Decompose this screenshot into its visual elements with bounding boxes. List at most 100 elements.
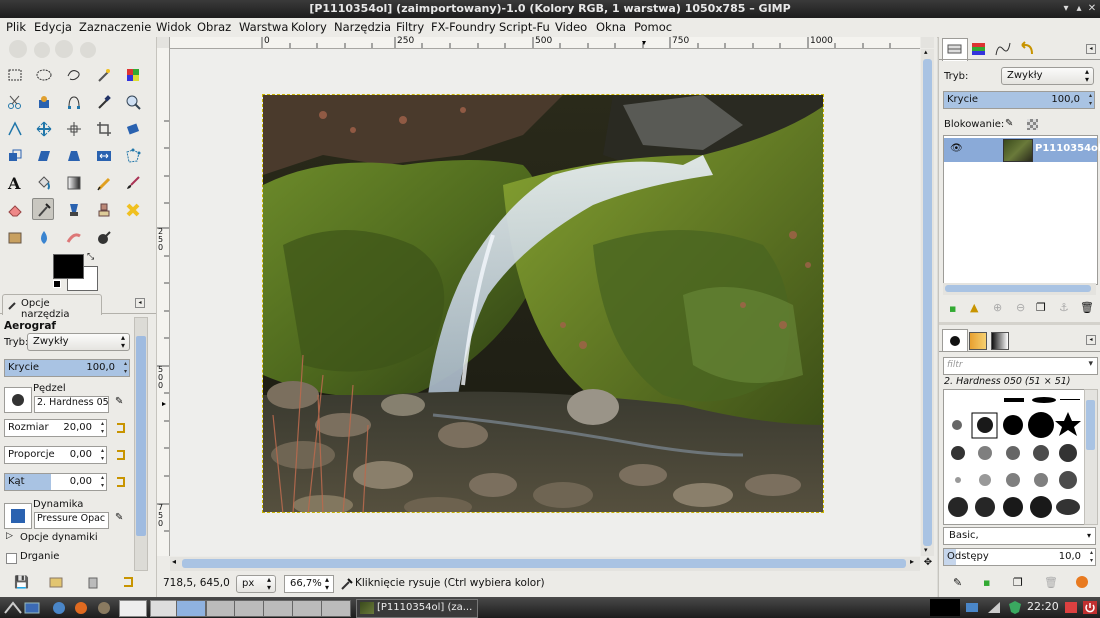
brush-preview[interactable] [4,387,32,413]
tab-layers[interactable] [942,38,968,61]
minimize-icon[interactable]: ▾ [1060,3,1072,15]
menu-help[interactable]: Pomoc [634,20,672,34]
reset-aspect-icon[interactable] [114,448,128,462]
select-by-color-tool-icon[interactable] [122,64,144,86]
tab-gradients[interactable] [991,332,1009,350]
vertical-ruler[interactable]: 2 5 0 5 0 0 7 5 0 [157,48,170,556]
align-tool-icon[interactable] [63,118,85,140]
task-button-gimp[interactable]: [P1110354ol] (za... [356,599,478,618]
menu-colors[interactable]: Kolory [291,20,327,34]
show-desktop-icon[interactable] [24,600,40,615]
menu-tools[interactable]: Narzędzia [334,20,391,34]
menu-view[interactable]: Widok [156,20,191,34]
eraser-tool-icon[interactable] [4,199,26,221]
image-layer-canvas[interactable] [262,94,824,513]
notifier-icon[interactable] [964,600,980,615]
new-layer-icon[interactable]: ▪ [949,302,956,315]
lower-layer-icon[interactable]: ⊖ [1016,301,1025,314]
heal-tool-icon[interactable] [122,199,144,221]
aspect-spinner[interactable]: Proporcje 0,00 ▴ ▾ [4,446,107,464]
move-tool-icon[interactable] [33,118,55,140]
rect-select-tool-icon[interactable] [4,64,26,86]
layers-list[interactable]: 👁 P1110354ol [943,135,1100,285]
menu-layer[interactable]: Warstwa [239,20,288,34]
reset-size-icon[interactable] [114,421,128,435]
tool-options-scrollbar[interactable] [134,317,148,571]
ink-tool-icon[interactable] [63,199,85,221]
brush-grid[interactable] [943,389,1085,525]
workspace-1[interactable] [119,600,147,617]
scrollbar-thumb[interactable] [136,336,146,536]
brush-name-field[interactable]: 2. Hardness 05 [34,396,109,413]
default-colors-icon[interactable] [53,280,61,288]
menu-select[interactable]: Zaznaczenie [79,20,151,34]
dynamics-preview[interactable] [4,503,32,529]
brush-filter-field[interactable]: filtr ▾ [943,357,1098,375]
zoom-select[interactable]: 66,7% ▴ ▾ [284,575,334,593]
foreground-color-swatch[interactable] [53,254,84,279]
pane-separator[interactable] [939,322,1100,325]
firefox-icon[interactable] [73,600,89,615]
duplicate-layer-icon[interactable]: ❐ [1036,301,1046,314]
brush-grid-scroll-thumb[interactable] [1086,400,1095,450]
menu-file[interactable]: Plik [6,20,26,34]
raise-layer-icon[interactable]: ⊕ [993,301,1002,314]
workspace-6[interactable] [263,600,293,617]
new-layer-group-icon[interactable]: ▲ [970,301,978,314]
clone-tool-icon[interactable] [93,199,115,221]
jitter-checkbox[interactable] [6,553,17,564]
menu-video[interactable]: Video [555,20,587,34]
tab-patterns[interactable] [969,332,987,350]
measure-tool-icon[interactable] [4,118,26,140]
brush-grid-scrollbar[interactable] [1084,389,1098,525]
workspace-4[interactable] [206,600,236,617]
navigate-icon[interactable]: ✥ [922,557,934,571]
maximize-icon[interactable]: ▴ [1073,3,1085,15]
anchor-layer-icon[interactable]: ⚓ [1059,301,1069,314]
opacity-spinner[interactable]: Krycie 100,0 ▴ ▾ [4,359,130,377]
perspective-clone-tool-icon[interactable] [4,227,26,249]
mode-select[interactable]: Zwykły ▴ ▾ [27,333,130,351]
crop-tool-icon[interactable] [93,118,115,140]
airbrush-tool-icon[interactable] [32,198,54,220]
pencil-tool-icon[interactable] [93,172,115,194]
configure-tab-icon[interactable]: ◂ [1086,44,1096,54]
dodge-burn-tool-icon[interactable] [93,227,115,249]
horizontal-scroll-thumb[interactable] [182,559,906,568]
panel-applet-icon[interactable] [1063,600,1079,615]
workspace-3[interactable] [176,600,206,617]
bucket-fill-tool-icon[interactable] [33,172,55,194]
new-brush-icon[interactable]: ▪ [983,576,990,589]
layers-hscroll[interactable] [943,283,1096,295]
scroll-left-icon[interactable]: ◂ [172,557,176,566]
network-icon[interactable] [986,600,1002,615]
cage-transform-tool-icon[interactable] [122,145,144,167]
unit-select[interactable]: px ▴ ▾ [236,575,276,593]
free-select-tool-icon[interactable] [63,64,85,86]
menu-fx-foundry[interactable]: FX-Foundry [431,20,496,34]
layer-mode-select[interactable]: Zwykły ▴ ▾ [1001,67,1094,85]
close-icon[interactable]: ✕ [1086,3,1098,15]
flip-tool-icon[interactable] [93,145,115,167]
filter-dropdown-icon[interactable]: ▾ [1088,359,1093,369]
vertical-scroll-thumb[interactable] [923,59,932,546]
layer-name[interactable]: P1110354ol [1035,143,1100,154]
blend-tool-icon[interactable] [63,172,85,194]
foreground-select-tool-icon[interactable] [33,91,55,113]
paintbrush-tool-icon[interactable] [122,172,144,194]
delete-layer-icon[interactable]: 🗑 [1080,301,1094,314]
brush-tag-field[interactable]: Basic, ▾ [943,527,1096,545]
scroll-down-icon[interactable]: ▾ [924,546,928,554]
tag-dropdown-icon[interactable]: ▾ [1087,532,1091,540]
scissors-tool-icon[interactable] [4,91,26,113]
dynamics-name-field[interactable]: Pressure Opac [34,512,109,529]
delete-options-icon[interactable] [86,575,100,589]
scroll-right-icon[interactable]: ▸ [910,557,914,566]
menu-script-fu[interactable]: Script-Fu [499,20,550,34]
expander-arrow-icon[interactable]: ▷ [6,531,13,541]
tab-brushes[interactable] [942,329,968,352]
workspace-8[interactable] [321,600,351,617]
edit-dynamics-icon[interactable]: ✎ [115,512,123,523]
layer-opacity-spinner[interactable]: Krycie 100,0 ▴ ▾ [943,91,1095,109]
lock-alpha-icon[interactable] [1027,119,1038,130]
